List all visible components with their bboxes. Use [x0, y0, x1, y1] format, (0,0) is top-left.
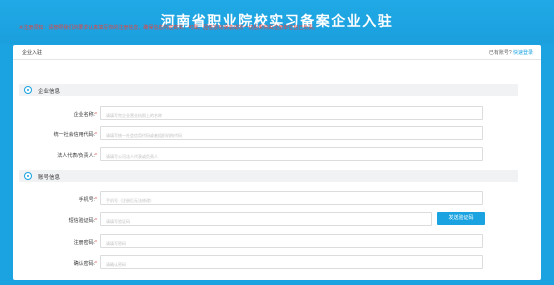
credit-code-label-text: 统一社会信用代码: [53, 132, 96, 138]
required-mark: * [95, 197, 97, 203]
quick-login-link[interactable]: 快速登录 [513, 50, 533, 56]
registration-notice: ※注册须知：请按照我们的要求认真填写你的注册信息，确保信息内容真实、可靠。因信息… [19, 25, 319, 31]
sms-code-input[interactable] [100, 212, 432, 226]
required-mark: * [95, 132, 97, 138]
password-label: 注册密码:* [17, 239, 97, 246]
card-header: 企业入驻 已有账号? 快速登录 [13, 45, 541, 60]
required-mark: * [95, 218, 97, 224]
section-title-account: 账号信息 [38, 175, 61, 181]
company-name-label-text: 企业名称: [73, 112, 96, 118]
section-company-info: 企业信息 [19, 84, 518, 96]
sms-code-label: 短信验证码:* [17, 217, 97, 224]
section-title-company: 企业信息 [38, 89, 61, 95]
login-prompt: 已有账号? [488, 50, 512, 56]
legal-rep-input[interactable] [100, 147, 483, 161]
company-name-label: 企业名称:* [17, 111, 97, 118]
credit-code-input[interactable] [100, 126, 483, 140]
required-mark: * [95, 153, 97, 159]
sms-code-label-text: 短信验证码: [68, 218, 96, 224]
company-name-input[interactable] [100, 106, 483, 120]
legal-rep-label: 法人代表/负责人:* [17, 152, 97, 159]
required-mark: * [95, 112, 97, 118]
confirm-password-label-text: 确认密码: [73, 261, 96, 267]
confirm-password-input[interactable] [100, 255, 483, 269]
phone-label-text: 手机号: [78, 197, 96, 203]
send-code-button[interactable]: 发送验证码 [437, 212, 485, 225]
phone-label: 手机号:* [17, 196, 97, 203]
confirm-password-label: 确认密码:* [17, 260, 97, 267]
section-circle-icon [24, 86, 32, 94]
legal-rep-label-text: 法人代表/负责人: [57, 153, 96, 159]
header-banner: 河南省职业院校实习备案企业入驻 [0, 0, 554, 44]
required-mark: * [95, 261, 97, 267]
credit-code-label: 统一社会信用代码:* [17, 131, 97, 138]
section-circle-icon [24, 172, 32, 180]
section-account-info: 账号信息 [19, 170, 518, 182]
login-hint: 已有账号? 快速登录 [489, 49, 533, 56]
required-mark: * [95, 240, 97, 246]
card-title: 企业入驻 [22, 50, 43, 56]
password-label-text: 注册密码: [73, 240, 96, 246]
phone-input[interactable] [100, 191, 483, 205]
password-input[interactable] [100, 234, 483, 248]
